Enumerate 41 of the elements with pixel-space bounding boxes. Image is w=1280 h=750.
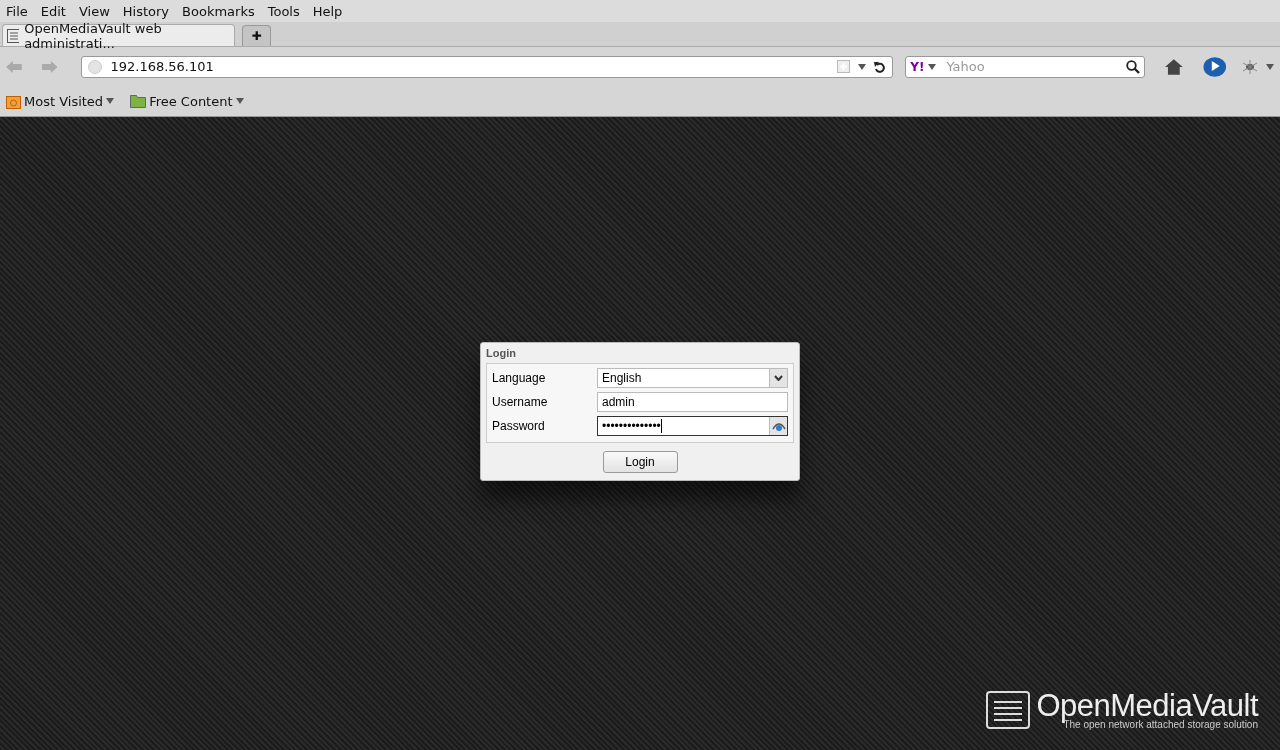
address-bar[interactable]: 192.168.56.101 — [81, 55, 894, 78]
menu-item[interactable]: History — [122, 3, 170, 19]
play-button-icon[interactable] — [1202, 55, 1227, 78]
search-icon[interactable] — [1126, 59, 1141, 74]
field-label: Password — [492, 419, 546, 433]
page-icon — [7, 28, 20, 43]
dropdown-arrow-icon — [235, 98, 244, 104]
search-field[interactable]: Y! Yahoo — [905, 55, 1146, 78]
menu-item[interactable]: Tools — [267, 3, 300, 19]
url-text: 192.168.56.101 — [110, 59, 215, 74]
yahoo-logo[interactable]: Y! — [910, 59, 925, 74]
eye-icon[interactable] — [771, 421, 786, 431]
menu-item[interactable]: Bookmarks — [182, 3, 255, 19]
bookmark-item[interactable]: Free Content — [130, 93, 244, 109]
field-label: Username — [492, 395, 549, 409]
dialog-title: Login — [486, 346, 517, 361]
new-tab-button[interactable]: ✚ — [242, 25, 271, 46]
login-button[interactable]: Login — [602, 451, 678, 473]
dropdown-arrow-icon[interactable] — [928, 63, 937, 70]
dropdown-arrow-icon[interactable] — [858, 63, 867, 70]
menu-item[interactable]: View — [78, 3, 110, 19]
browser-tab[interactable]: OpenMediaVault web administrati... — [2, 24, 235, 46]
bug-icon[interactable] — [1242, 59, 1259, 74]
menu-item[interactable]: Edit — [40, 3, 66, 19]
logo-icon — [986, 691, 1031, 729]
search-placeholder: Yahoo — [945, 59, 986, 74]
field-label: Language — [492, 371, 547, 385]
folder-icon — [6, 93, 21, 109]
menu-item[interactable]: File — [6, 3, 28, 19]
username-field[interactable]: admin — [597, 392, 788, 412]
globe-icon — [88, 59, 103, 74]
home-icon[interactable] — [1165, 58, 1183, 75]
reload-icon[interactable] — [874, 60, 887, 73]
password-field[interactable]: •••••••••••••• — [597, 416, 788, 436]
logo-text: OpenMediaVault — [1036, 691, 1258, 721]
bookmark-item[interactable]: Most Visited — [6, 93, 115, 109]
dropdown-arrow-icon[interactable] — [1266, 63, 1274, 70]
folder-icon — [130, 94, 147, 108]
language-select[interactable]: English — [597, 368, 788, 388]
dropdown-arrow-icon — [106, 98, 115, 104]
menu-item[interactable]: Help — [312, 3, 343, 19]
